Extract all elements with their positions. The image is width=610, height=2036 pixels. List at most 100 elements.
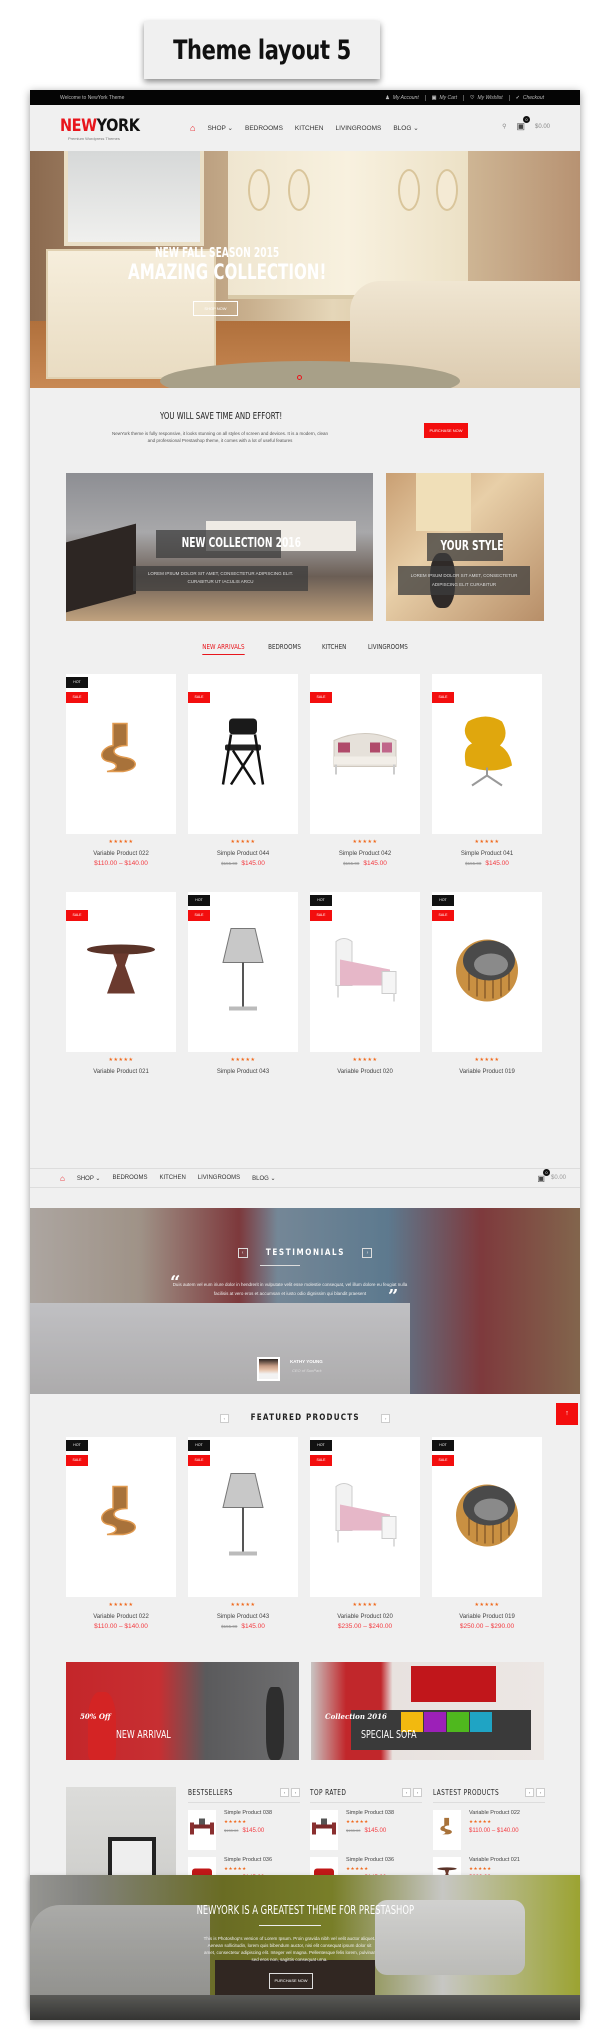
product-card[interactable]: SALE ★★★★★ Simple Product 041 $155.00 $145.0… bbox=[432, 674, 542, 867]
list-prev-button[interactable]: ‹ bbox=[525, 1788, 534, 1797]
list-item-name[interactable]: Simple Product 038 bbox=[346, 1810, 394, 1816]
product-image-box[interactable]: SALE bbox=[188, 674, 298, 834]
my-account-link[interactable]: ♟ My Account bbox=[379, 95, 424, 101]
product-card[interactable]: HOT SALE ★★★★★ Variable Product 019 bbox=[432, 892, 542, 1075]
home-icon[interactable]: ⌂ bbox=[190, 123, 195, 133]
sticky-nav-bedrooms[interactable]: Bedrooms bbox=[112, 1175, 147, 1181]
featured-next-button[interactable]: › bbox=[381, 1413, 391, 1423]
cart-button[interactable]: ▣ 0 bbox=[516, 116, 530, 132]
list-prev-button[interactable]: ‹ bbox=[280, 1788, 289, 1797]
product-name[interactable]: Simple Product 043 bbox=[188, 1069, 298, 1075]
product-name[interactable]: Variable Product 020 bbox=[310, 1614, 420, 1620]
sticky-nav-shop[interactable]: Shop ⌄ bbox=[77, 1175, 101, 1182]
product-card[interactable]: HOT SALE ★★★★★ Variable Product 022 $110.00 … bbox=[66, 1437, 176, 1630]
sticky-nav-kitchen[interactable]: Kitchen bbox=[159, 1175, 185, 1181]
sticky-cart-count: 0 bbox=[542, 1168, 550, 1176]
product-card[interactable]: HOT SALE ★★★★★ Variable Product 020 bbox=[310, 892, 420, 1075]
current-price: $145.00 bbox=[241, 860, 265, 867]
sticky-home-icon[interactable]: ⌂ bbox=[60, 1174, 65, 1183]
list-item[interactable]: Variable Product 022 ★★★★★ $110.00 – $140.… bbox=[433, 1810, 545, 1850]
product-name[interactable]: Simple Product 042 bbox=[310, 851, 420, 857]
wave-chair-thumbnail[interactable] bbox=[433, 1810, 461, 1850]
product-card[interactable]: HOT SALE ★★★★★ Variable Product 020 $235.00 … bbox=[310, 1437, 420, 1630]
collection-banner-1[interactable]: NEW COLLECTION 2016 LOREM IPSUM DOLOR SI… bbox=[66, 473, 373, 621]
testimonials-title: TESTIMONIALS bbox=[265, 1248, 345, 1258]
my-cart-link[interactable]: ▣ My Cart bbox=[424, 94, 463, 101]
sticky-nav-blog[interactable]: Blog ⌄ bbox=[252, 1175, 275, 1182]
nav-shop[interactable]: Shop ⌄ bbox=[207, 124, 233, 132]
product-image-box[interactable]: HOT SALE bbox=[432, 892, 542, 1052]
nav-bedrooms[interactable]: Bedrooms bbox=[245, 125, 283, 132]
list-next-button[interactable]: › bbox=[413, 1788, 422, 1797]
slider-dot[interactable] bbox=[297, 375, 302, 380]
product-name[interactable]: Variable Product 019 bbox=[432, 1069, 542, 1075]
lamp-shade-image bbox=[416, 473, 471, 531]
search-icon[interactable]: ⚲ bbox=[502, 123, 506, 130]
product-image-box[interactable]: HOT SALE bbox=[310, 892, 420, 1052]
product-card[interactable]: SALE ★★★★★ Simple Product 042 $155.00 $145.0… bbox=[310, 674, 420, 867]
product-image-box[interactable]: HOT SALE bbox=[66, 674, 176, 834]
product-image-box[interactable]: HOT SALE bbox=[310, 1437, 420, 1597]
tab-kitchen[interactable]: Kitchen bbox=[322, 643, 346, 655]
sticky-cart[interactable]: ▣ 0 $0.00 bbox=[537, 1168, 566, 1183]
product-card[interactable]: HOT SALE ★★★★★ Variable Product 019 $250.00 … bbox=[432, 1437, 542, 1630]
final-purchase-button[interactable]: PURCHASE NOW bbox=[269, 1973, 313, 1989]
product-name[interactable]: Simple Product 041 bbox=[432, 851, 542, 857]
list-item-name[interactable]: Simple Product 036 bbox=[224, 1857, 272, 1863]
product-card[interactable]: HOT SALE ★★★★★ Simple Product 043 bbox=[188, 892, 298, 1075]
product-card[interactable]: HOT SALE ★★★★★ Simple Product 043 $155.00 $14… bbox=[188, 1437, 298, 1630]
testimonial-next-button[interactable]: › bbox=[362, 1248, 373, 1258]
list-next-button[interactable]: › bbox=[536, 1788, 545, 1797]
site-logo[interactable]: NEWYORK Premium Wordpress Themes bbox=[60, 116, 160, 141]
product-image-box[interactable]: HOT SALE bbox=[432, 1437, 542, 1597]
list-next-button[interactable]: › bbox=[291, 1788, 300, 1797]
list-item-name[interactable]: Simple Product 036 bbox=[346, 1857, 394, 1863]
purchase-now-button[interactable]: PURCHASE NOW bbox=[424, 423, 468, 438]
list-item-name[interactable]: Simple Product 038 bbox=[224, 1810, 272, 1816]
tab-new-arrivals[interactable]: New Arrivals bbox=[202, 643, 245, 655]
product-image-box[interactable]: SALE bbox=[66, 892, 176, 1052]
product-price: $110.00 – $140.00 bbox=[66, 860, 176, 867]
sticky-nav-livingrooms[interactable]: Livingrooms bbox=[198, 1175, 240, 1181]
new-arrival-banner[interactable]: 50% Off NEW ARRIVAL bbox=[66, 1662, 299, 1760]
product-card[interactable]: SALE ★★★★★ Variable Product 021 bbox=[66, 892, 176, 1075]
nav-livingrooms[interactable]: Livingrooms bbox=[335, 125, 381, 132]
nav-kitchen[interactable]: Kitchen bbox=[295, 125, 324, 132]
product-name[interactable]: Variable Product 019 bbox=[432, 1614, 542, 1620]
special-sofa-banner[interactable]: Collection 2016 SPECIAL SOFA bbox=[311, 1662, 544, 1760]
product-name[interactable]: Variable Product 021 bbox=[66, 1069, 176, 1075]
current-price: $110.00 – $140.00 bbox=[469, 1828, 519, 1834]
welcome-text: Welcome to NewYork Theme bbox=[60, 94, 125, 101]
list-item-name[interactable]: Variable Product 021 bbox=[469, 1857, 520, 1863]
featured-prev-button[interactable]: ‹ bbox=[219, 1413, 229, 1423]
product-name[interactable]: Variable Product 020 bbox=[310, 1069, 420, 1075]
list-item[interactable]: Simple Product 038 ★★★★★ $155.00 $145.00 bbox=[310, 1810, 422, 1850]
list-item[interactable]: Simple Product 038 ★★★★★ $155.00 $145.00 bbox=[188, 1810, 300, 1850]
product-name[interactable]: Simple Product 044 bbox=[188, 851, 298, 857]
list-prev-button[interactable]: ‹ bbox=[402, 1788, 411, 1797]
product-image-box[interactable]: SALE bbox=[310, 674, 420, 834]
product-image-box[interactable]: SALE bbox=[432, 674, 542, 834]
list-item-name[interactable]: Variable Product 022 bbox=[469, 1810, 520, 1816]
product-card[interactable]: HOT SALE ★★★★★ Variable Product 022 $110.00 … bbox=[66, 674, 176, 867]
nav-blog[interactable]: Blog ⌄ bbox=[393, 124, 418, 132]
testimonial-prev-button[interactable]: ‹ bbox=[237, 1248, 248, 1258]
tab-bedrooms[interactable]: Bedrooms bbox=[268, 643, 301, 655]
collection-banner-2[interactable]: YOUR STYLE LOREM IPSUM DOLOR SIT AMET, C… bbox=[386, 473, 544, 621]
promo-text: NewYork theme is fully responsive, it lo… bbox=[112, 431, 328, 443]
my-cart-label: My Cart bbox=[439, 94, 457, 101]
back-to-top-button[interactable]: ↑ bbox=[556, 1403, 578, 1425]
checkout-link[interactable]: ✓ Checkout bbox=[508, 94, 550, 101]
shop-now-button[interactable]: SHOP NOW bbox=[193, 301, 238, 316]
product-name[interactable]: Simple Product 043 bbox=[188, 1614, 298, 1620]
product-image-box[interactable]: HOT SALE bbox=[188, 1437, 298, 1597]
product-name[interactable]: Variable Product 022 bbox=[66, 851, 176, 857]
product-card[interactable]: SALE ★★★★★ Simple Product 044 $155.00 $145.0… bbox=[188, 674, 298, 867]
product-image-box[interactable]: HOT SALE bbox=[66, 1437, 176, 1597]
product-image-box[interactable]: HOT SALE bbox=[188, 892, 298, 1052]
tab-livingrooms[interactable]: Livingrooms bbox=[368, 643, 408, 655]
dining-set-thumbnail[interactable] bbox=[188, 1810, 216, 1850]
product-name[interactable]: Variable Product 022 bbox=[66, 1614, 176, 1620]
dining-set-thumbnail[interactable] bbox=[310, 1810, 338, 1850]
my-wishlist-link[interactable]: ♡ My Wishlist bbox=[462, 94, 509, 101]
